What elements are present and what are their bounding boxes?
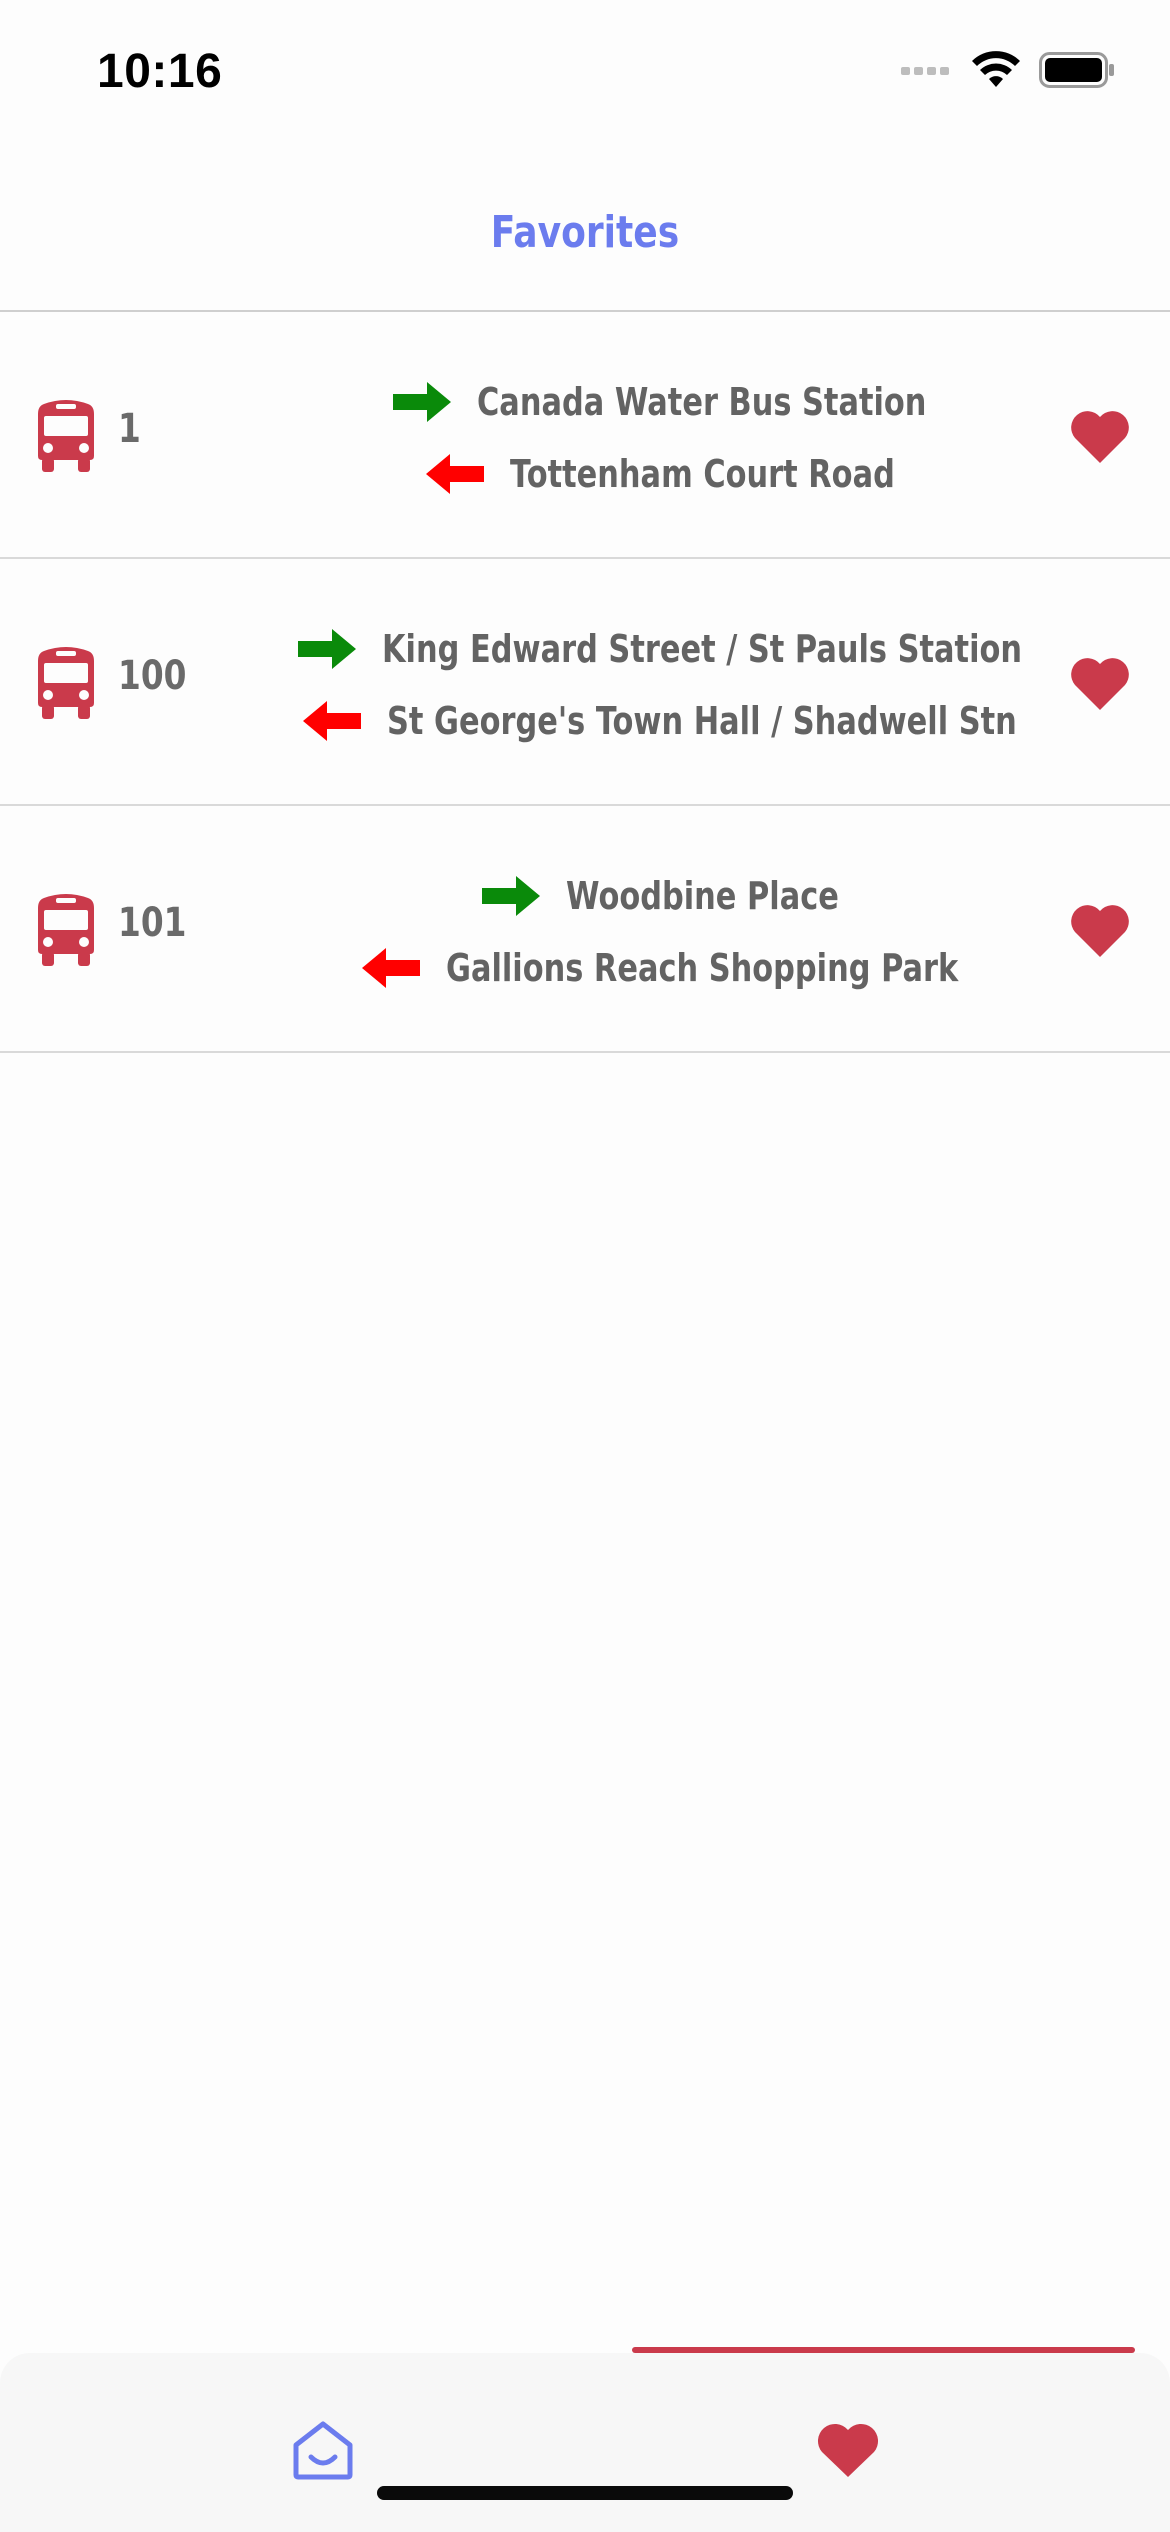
bus-icon <box>38 647 94 719</box>
home-icon[interactable] <box>290 2419 356 2481</box>
heart-icon[interactable] <box>1068 654 1132 712</box>
header: Favorites <box>0 150 1170 312</box>
favorite-row[interactable]: 100 King Edward Street / St Pauls Statio… <box>0 559 1170 806</box>
inbound-destination: St George's Town Hall / Shadwell Stn <box>387 699 1017 743</box>
status-icons <box>901 50 1115 94</box>
tab-bar <box>0 2353 1170 2532</box>
home-indicator <box>377 2486 793 2500</box>
inbound-destination: Gallions Reach Shopping Park <box>445 946 959 990</box>
status-bar: 10:16 <box>0 0 1170 150</box>
route-number: 101 <box>118 900 187 946</box>
tab-favorites-heart-icon[interactable] <box>815 2421 881 2479</box>
inbound-destination: Tottenham Court Road <box>509 452 895 496</box>
outbound-destination: King Edward Street / St Pauls Station <box>381 627 1023 671</box>
favorites-list: 1 Canada Water Bus Station Tottenham Cou… <box>0 312 1170 1053</box>
destinations: Woodbine Place Gallions Reach Shopping P… <box>200 860 1120 1004</box>
arrow-left-icon <box>425 454 484 494</box>
route-number: 100 <box>118 653 187 699</box>
bus-icon <box>38 894 94 966</box>
page-title: Favorites <box>490 206 680 258</box>
arrow-left-icon <box>303 701 362 741</box>
arrow-left-icon <box>361 948 420 988</box>
favorites-screen: 10:16 Favorites 1 Canada Water Bus Stati… <box>0 0 1170 2532</box>
destinations: Canada Water Bus Station Tottenham Court… <box>200 366 1120 510</box>
heart-icon[interactable] <box>1068 407 1132 465</box>
favorite-row[interactable]: 1 Canada Water Bus Station Tottenham Cou… <box>0 312 1170 559</box>
arrow-right-icon <box>481 876 540 916</box>
bus-icon <box>38 400 94 472</box>
favorite-row[interactable]: 101 Woodbine Place Gallions Reach Shoppi… <box>0 806 1170 1053</box>
arrow-right-icon <box>297 629 356 669</box>
destinations: King Edward Street / St Pauls Station St… <box>200 613 1120 757</box>
route-number: 1 <box>118 406 141 452</box>
battery-icon <box>1039 51 1115 93</box>
status-time: 10:16 <box>97 45 223 98</box>
wifi-icon <box>971 50 1021 94</box>
heart-icon[interactable] <box>1068 901 1132 959</box>
outbound-destination: Woodbine Place <box>565 874 839 918</box>
signal-icon <box>901 63 953 82</box>
outbound-destination: Canada Water Bus Station <box>477 380 927 424</box>
arrow-right-icon <box>393 382 452 422</box>
